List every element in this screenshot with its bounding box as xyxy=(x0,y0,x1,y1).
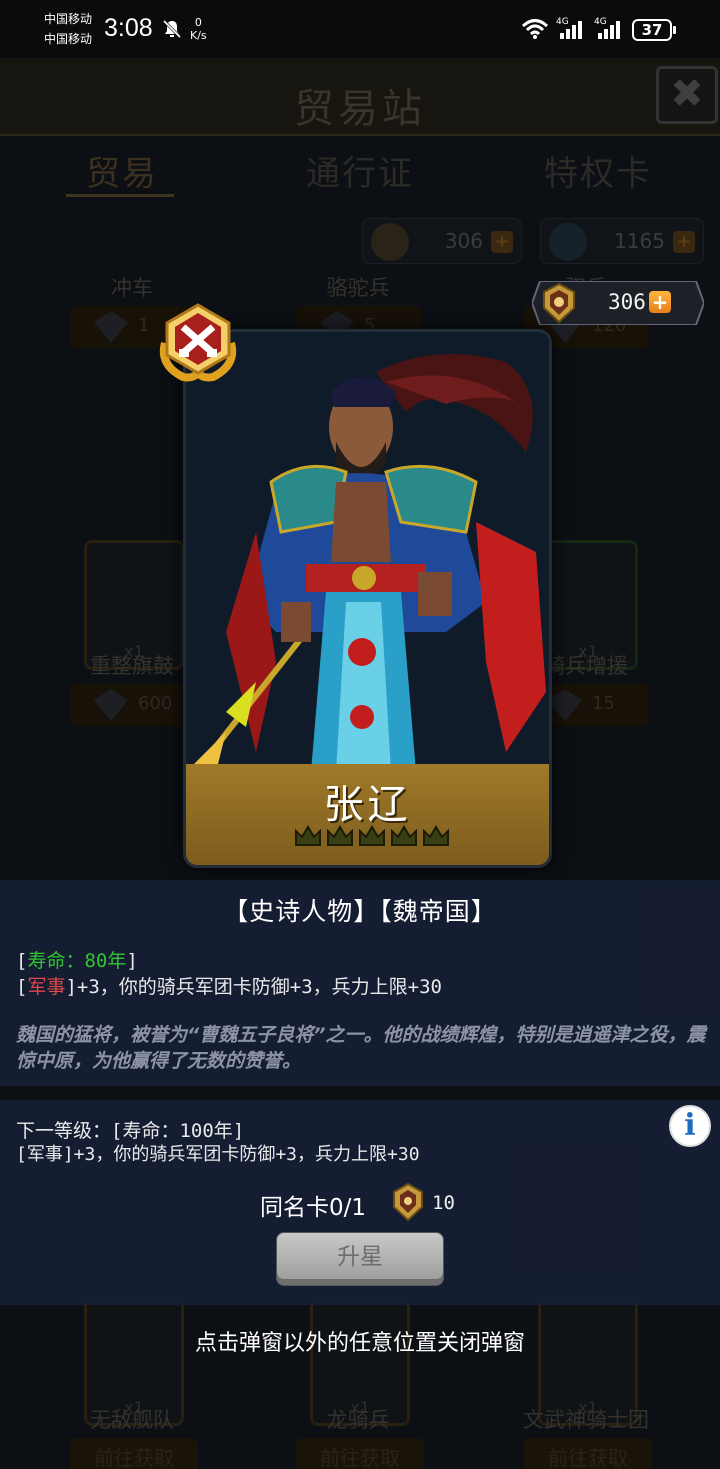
go-obtain-button[interactable]: 前往获取 xyxy=(70,1438,198,1469)
emblem-icon xyxy=(371,223,409,261)
page-title: 贸易站 xyxy=(294,86,426,132)
signal-icon-2: 4G xyxy=(594,17,624,41)
star-crown-icon xyxy=(295,825,321,846)
lifespan-line: [寿命：80年] xyxy=(16,946,138,973)
resource-gem-value: 1165 xyxy=(614,229,665,253)
battery-icon: 37 xyxy=(632,19,676,41)
emblem-icon xyxy=(393,1182,423,1222)
bracket: [ xyxy=(16,950,28,972)
header: 贸易站 ✖ xyxy=(0,58,720,136)
price-button[interactable]: 600 xyxy=(70,684,195,726)
price-value: 600 xyxy=(138,693,173,714)
next-level-lifespan: 下一等级：[寿命：100年] xyxy=(16,1120,245,1142)
price-value: 1 xyxy=(138,315,150,336)
add-emblem-button[interactable]: + xyxy=(491,231,513,253)
gem-icon xyxy=(548,689,582,721)
battery-level: 37 xyxy=(632,19,672,41)
military-label: 军事 xyxy=(27,976,66,998)
item-label: 骆驼兵 xyxy=(326,276,390,300)
emblem-icon xyxy=(543,282,575,324)
clock: 3:08 xyxy=(104,14,153,42)
lifespan-value: 寿命：80年 xyxy=(27,950,127,972)
carrier-2: 中国移动 xyxy=(44,32,93,46)
tab-indicator xyxy=(66,194,174,197)
net-speed-value: 0 xyxy=(194,16,202,29)
item-label: 文武神骑士团 xyxy=(523,1408,649,1432)
item-label: 龙骑兵 xyxy=(326,1408,390,1432)
star-crown-icon xyxy=(423,825,449,846)
star-crown-icon xyxy=(359,825,385,846)
star-crown-icon xyxy=(391,825,417,846)
info-icon[interactable]: i xyxy=(669,1105,711,1147)
gem-icon xyxy=(549,223,587,261)
net-speed-unit: K/s xyxy=(190,29,207,42)
signal-icon: 4G xyxy=(556,17,586,41)
go-obtain-button[interactable]: 前往获取 xyxy=(524,1438,652,1469)
resource-emblem-value: 306 xyxy=(444,229,483,253)
tab-pass[interactable]: 通行证 xyxy=(306,146,414,195)
item-label: 冲车 xyxy=(111,276,153,300)
military-effect: ]+3，你的骑兵军团卡防御+3，兵力上限+30 xyxy=(65,976,442,998)
star-rating xyxy=(293,821,451,853)
add-resource-button[interactable]: + xyxy=(649,291,671,313)
price-value: 15 xyxy=(592,693,615,714)
military-line: [军事]+3，你的骑兵军团卡防御+3，兵力上限+30 xyxy=(16,972,442,999)
duplicate-card-cost: 10 xyxy=(432,1192,455,1214)
hero-tags: 【史诗人物】【魏帝国】 xyxy=(223,897,497,926)
close-icon: ✖ xyxy=(670,71,704,117)
bracket: ] xyxy=(126,950,138,972)
resource-gem: 1165 + xyxy=(540,218,704,264)
resource-emblem: 306 + xyxy=(362,218,522,264)
item-label: 无敌舰队 xyxy=(90,1408,174,1432)
next-level-military: [军事]+3，你的骑兵军团卡防御+3，兵力上限+30 xyxy=(16,1144,420,1165)
gem-icon xyxy=(94,689,128,721)
go-obtain-button[interactable]: 前往获取 xyxy=(296,1438,424,1469)
hero-card: 张辽 xyxy=(183,329,552,868)
close-popup-hint[interactable]: 点击弹窗以外的任意位置关闭弹窗 xyxy=(0,1325,720,1357)
popup-resource-pill: 306 + xyxy=(532,281,704,325)
status-bar: 中国移动 中国移动 3:08 0 K/s 4G 4G 37 xyxy=(0,0,720,58)
close-button[interactable]: ✖ xyxy=(656,66,718,124)
gem-icon xyxy=(94,311,128,343)
hero-description: 魏国的猛将，被誉为“曹魏五子良将”之一。他的战绩辉煌，特别是逍遥津之役，震惊中原… xyxy=(16,1024,706,1072)
bracket: [ xyxy=(16,976,28,998)
star-crown-icon xyxy=(327,825,353,846)
tab-trade[interactable]: 贸易 xyxy=(86,146,158,195)
duplicate-card-label: 同名卡0/1 xyxy=(260,1195,367,1221)
net-speed: 0 K/s xyxy=(190,16,207,42)
carrier-1: 中国移动 xyxy=(44,12,93,26)
mute-icon xyxy=(162,19,182,39)
hero-portrait xyxy=(186,332,549,772)
add-gem-button[interactable]: + xyxy=(673,231,695,253)
upgrade-star-button[interactable]: 升星 xyxy=(276,1232,444,1286)
popup-resource-value: 306 xyxy=(608,290,646,314)
crossed-swords-badge xyxy=(159,303,237,382)
tab-privilege[interactable]: 特权卡 xyxy=(544,146,652,195)
wifi-icon xyxy=(521,19,549,39)
